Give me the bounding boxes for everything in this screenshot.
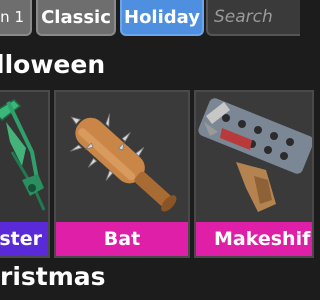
category-tab-bar: on 1 Classic Holiday Search [0,0,300,40]
item-card[interactable]: Bat [54,90,190,258]
item-card[interactable]: Makeshif [194,90,314,258]
tab-holiday[interactable]: Holiday [120,0,204,36]
search-input[interactable]: Search [206,0,300,36]
item-name: Bat [56,222,188,256]
tab-holiday-label: Holiday [124,6,200,28]
item-name: Makeshif [196,222,312,256]
section-title-christmas: ristmas [0,262,106,291]
section-title-halloween: lloween [0,50,106,79]
item-card[interactable]: ster [0,90,50,258]
makeshift-gun-icon [196,92,312,226]
tab-classic-label: Classic [41,6,111,28]
spiked-bat-icon [56,92,188,226]
tab-season-label: on 1 [0,8,24,26]
tab-season[interactable]: on 1 [0,0,32,36]
search-placeholder: Search [214,7,273,27]
scythe-icon [0,92,48,226]
item-name: ster [0,222,48,256]
tab-classic[interactable]: Classic [36,0,116,36]
